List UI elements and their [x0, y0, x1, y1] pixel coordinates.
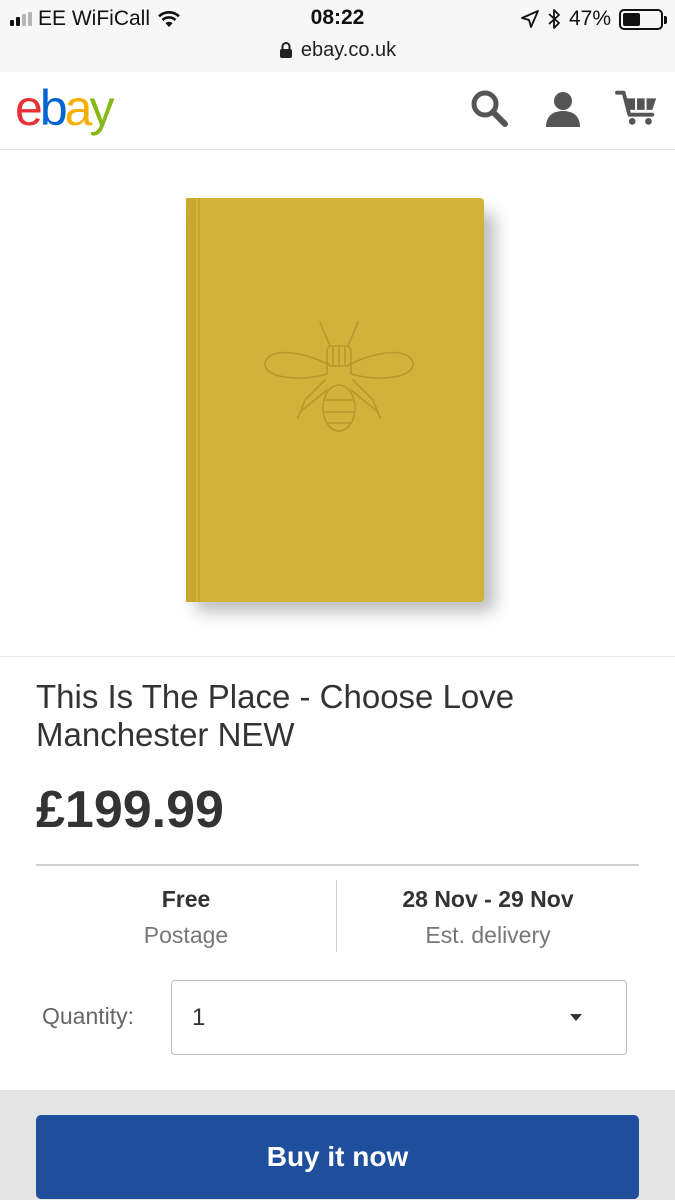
postage-info: Free Postage: [36, 882, 336, 954]
quantity-label: Quantity:: [42, 1003, 135, 1029]
address-bar[interactable]: ebay.co.uk: [0, 37, 675, 63]
buy-it-now-button[interactable]: Buy it now: [36, 1115, 639, 1199]
lock-icon: [279, 42, 292, 58]
ebay-logo[interactable]: ebay: [15, 78, 114, 138]
postage-value: Free: [161, 886, 211, 912]
quantity-value: 1: [192, 1004, 206, 1031]
battery-icon: [619, 8, 667, 30]
cart-icon[interactable]: [615, 86, 659, 130]
user-icon[interactable]: [541, 86, 585, 130]
bluetooth-icon: [548, 9, 560, 29]
product-image-gallery[interactable]: [0, 150, 675, 657]
status-right: 47%: [521, 6, 667, 32]
product-price: £199.99: [36, 781, 224, 839]
postage-label: Postage: [143, 922, 229, 948]
delivery-info: 28 Nov - 29 Nov Est. delivery: [337, 882, 639, 954]
caret-down-icon: [570, 1014, 582, 1021]
delivery-value: 28 Nov - 29 Nov: [402, 886, 574, 912]
location-arrow-icon: [521, 10, 539, 28]
url-text: ebay.co.uk: [300, 38, 397, 61]
quantity-select[interactable]: 1: [171, 980, 627, 1055]
status-bar: EE WiFiCall 08:22 47% ebay.co.uk: [0, 0, 675, 72]
product-title: This Is The Place - Choose Love Manchest…: [36, 678, 515, 753]
divider: [36, 864, 639, 866]
product-image[interactable]: [0, 150, 675, 657]
battery-percent: 47%: [568, 7, 611, 30]
search-icon[interactable]: [467, 86, 511, 130]
site-header: ebay: [0, 72, 675, 150]
delivery-label: Est. delivery: [425, 922, 551, 948]
